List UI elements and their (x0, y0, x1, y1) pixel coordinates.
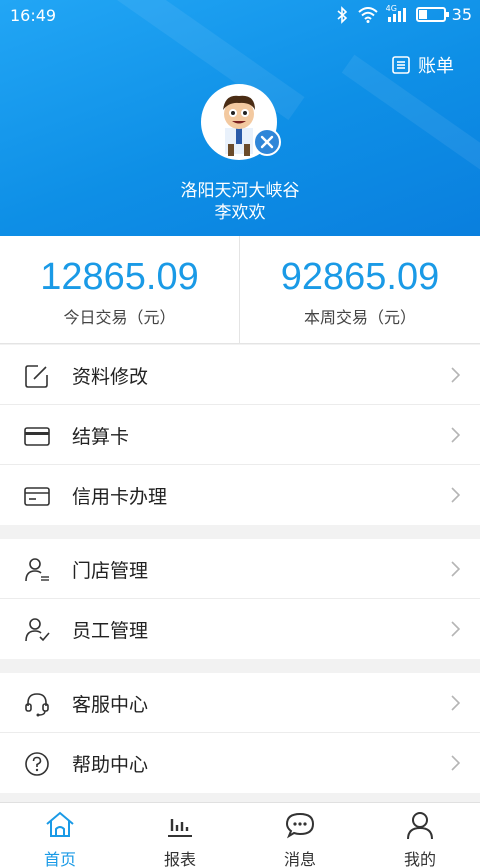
menu-group-support: 客服中心 帮助中心 (0, 673, 480, 793)
status-icons: 4G 35 (336, 4, 472, 24)
chevron-right-icon (451, 367, 460, 383)
tab-messages[interactable]: 消息 (240, 803, 360, 868)
menu-item-staff-management[interactable]: 员工管理 (0, 599, 480, 659)
credit-card-icon (24, 487, 50, 506)
bottom-tab-bar: 首页 报表 消息 我的 (0, 802, 480, 868)
network-type-icon: 4G (386, 4, 406, 22)
status-time: 16:49 (10, 6, 57, 25)
bill-button[interactable]: 账单 (392, 52, 454, 78)
tab-label: 报表 (163, 850, 196, 868)
card-icon (24, 427, 50, 446)
chevron-right-icon (451, 561, 460, 577)
today-transactions[interactable]: 12865.09 今日交易（元） (0, 236, 240, 344)
edit-avatar-badge[interactable] (253, 128, 281, 156)
battery-icon (415, 7, 449, 22)
chevron-right-icon (451, 427, 460, 443)
menu-item-edit-profile[interactable]: 资料修改 (0, 345, 480, 405)
today-amount: 12865.09 (40, 256, 199, 298)
store-manager-icon (25, 558, 49, 582)
tools-icon (260, 135, 274, 149)
user-name: 李欢欢 (214, 203, 266, 223)
menu-item-label: 门店管理 (72, 560, 149, 582)
message-icon (285, 812, 315, 839)
menu-item-label: 客服中心 (72, 694, 149, 716)
menu-item-label: 资料修改 (72, 366, 149, 388)
network-label: 4G (385, 3, 397, 13)
menu-group-account: 资料修改 结算卡 信用卡办理 (0, 345, 480, 525)
menu-item-settlement-card[interactable]: 结算卡 (0, 405, 480, 465)
tab-profile[interactable]: 我的 (360, 803, 480, 868)
today-label: 今日交易（元） (63, 308, 176, 327)
tab-label: 首页 (43, 850, 76, 868)
chart-icon (168, 819, 192, 837)
help-icon (25, 752, 49, 776)
tab-reports[interactable]: 报表 (120, 803, 240, 868)
menu-item-label: 信用卡办理 (72, 486, 168, 508)
week-transactions[interactable]: 92865.09 本周交易（元） (240, 236, 480, 344)
chevron-right-icon (451, 487, 460, 503)
wifi-icon (357, 6, 378, 23)
bill-list-icon (392, 56, 410, 74)
status-bar: 16:49 4G 35 (0, 0, 480, 32)
tab-label: 消息 (283, 850, 316, 868)
tab-home[interactable]: 首页 (0, 803, 120, 868)
transaction-stats: 12865.09 今日交易（元） 92865.09 本周交易（元） (0, 236, 480, 344)
tab-label: 我的 (403, 850, 436, 868)
menu-group-management: 门店管理 员工管理 (0, 539, 480, 659)
battery-level: 35 (451, 5, 472, 24)
week-label: 本周交易（元） (303, 308, 416, 327)
menu-item-credit-card-apply[interactable]: 信用卡办理 (0, 465, 480, 525)
chevron-right-icon (451, 695, 460, 711)
profile-icon (407, 812, 433, 840)
bill-label: 账单 (418, 56, 454, 77)
profile-header: 16:49 4G 35 账单 洛阳天河大峡谷 李欢欢 (0, 0, 480, 236)
edit-icon (25, 365, 48, 388)
menu-item-label: 员工管理 (72, 620, 149, 642)
chevron-right-icon (451, 755, 460, 771)
menu-item-help-center[interactable]: 帮助中心 (0, 733, 480, 793)
menu-item-label: 帮助中心 (72, 754, 149, 776)
bluetooth-icon (337, 5, 347, 24)
menu-item-store-management[interactable]: 门店管理 (0, 539, 480, 599)
headset-icon (25, 693, 49, 717)
home-icon (46, 811, 74, 837)
menu-item-customer-service[interactable]: 客服中心 (0, 673, 480, 733)
week-amount: 92865.09 (280, 256, 440, 298)
staff-manager-icon (25, 618, 50, 642)
chevron-right-icon (451, 621, 460, 637)
menu-item-label: 结算卡 (72, 426, 130, 448)
battery-fill (418, 10, 427, 19)
